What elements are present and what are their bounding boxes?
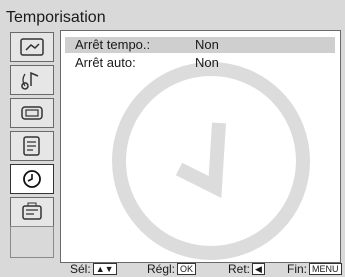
sidebar-empty-slot — [10, 226, 54, 258]
menu-row-label: Arrêt auto: — [75, 55, 136, 70]
screen-icon[interactable] — [10, 98, 54, 128]
menu-row-arret-tempo[interactable]: Arrêt tempo.: Non — [65, 37, 335, 53]
menu-row-label: Arrêt tempo.: — [75, 37, 151, 52]
footer-exit-label: Fin: — [287, 262, 308, 276]
footer-select-label: Sél: — [70, 262, 91, 276]
menu-key-icon: MENU — [309, 263, 342, 275]
back-key-icon: ◀ — [252, 263, 265, 275]
sound-icon[interactable] — [10, 65, 54, 95]
footer-adjust-label: Régl: — [147, 262, 176, 276]
menu-row-value: Non — [195, 55, 219, 70]
menu-sidebar — [4, 30, 60, 263]
footer-return-label: Ret: — [228, 262, 251, 276]
picture-icon[interactable] — [10, 32, 54, 62]
tv-menu-screen: Temporisation Arrêt tempo.: Non Arrêt au… — [0, 0, 345, 277]
clock-watermark-icon — [112, 62, 310, 260]
menu-row-arret-auto[interactable]: Arrêt auto: Non — [65, 55, 335, 71]
up-down-key-icon: ▲▼ — [92, 263, 117, 275]
menu-content-panel: Arrêt tempo.: Non Arrêt auto: Non — [60, 30, 341, 263]
menu-title: Temporisation — [6, 9, 106, 26]
settings-icon[interactable] — [10, 197, 54, 227]
footer-select: Sél: ▲▼ — [70, 262, 117, 277]
timer-clock-icon[interactable] — [10, 164, 54, 194]
menu-row-value: Non — [195, 37, 219, 52]
footer-adjust: Régl: OK — [147, 262, 197, 277]
footer-exit: Fin: MENU — [287, 262, 342, 277]
channel-setup-icon[interactable] — [10, 131, 54, 161]
footer-key-help: Sél: ▲▼ Régl: OK Ret: ◀ Fin: MENU — [60, 262, 345, 277]
ok-key-icon: OK — [177, 263, 197, 275]
footer-return: Ret: ◀ — [228, 262, 265, 277]
